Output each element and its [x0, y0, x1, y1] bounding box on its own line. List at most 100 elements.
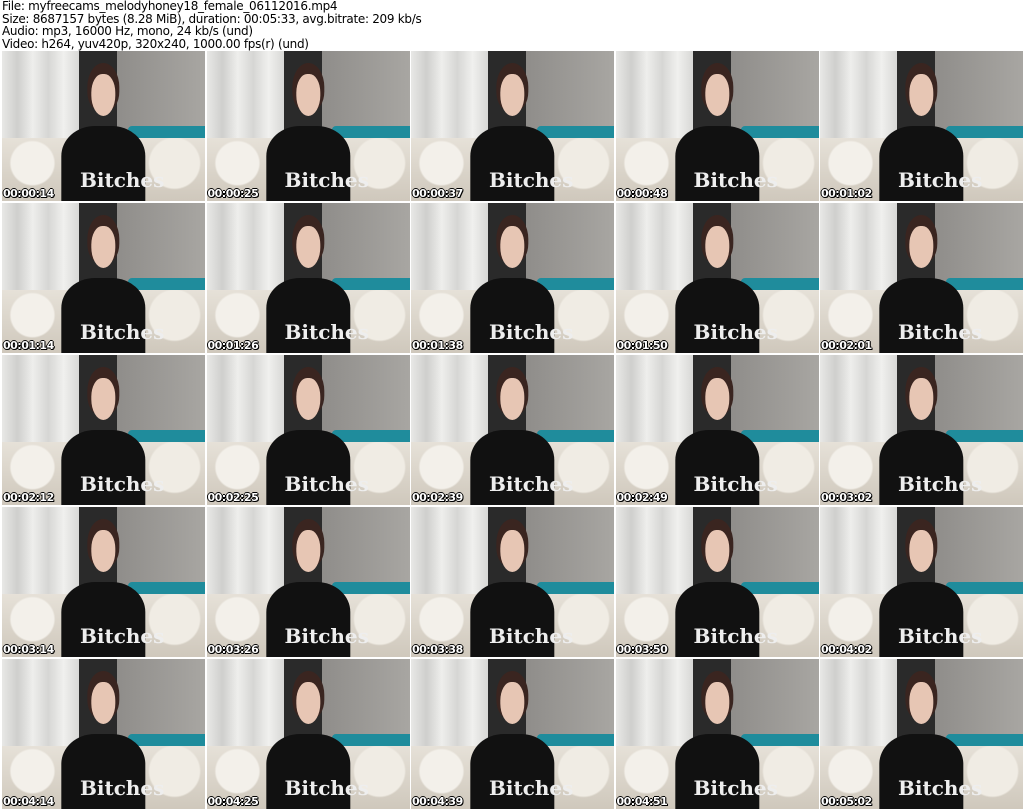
timestamp: 00:02:01 — [821, 339, 872, 352]
timestamp: 00:00:48 — [616, 187, 668, 200]
video-thumbnail: Bitches 00:00:48 — [615, 51, 819, 201]
shirt-text: Bitches — [488, 168, 574, 192]
video-thumbnail: Bitches 00:00:25 — [206, 51, 410, 201]
shirt: Bitches — [61, 734, 164, 809]
thumbnail-grid: Bitches 00:00:14 Bitches 00:00:25 Bitches 00:… — [2, 51, 1023, 809]
person: Bitches — [261, 659, 369, 809]
face — [909, 225, 934, 268]
face — [704, 681, 730, 724]
timestamp: 00:05:02 — [821, 795, 872, 808]
person: Bitches — [670, 355, 778, 505]
face — [91, 681, 116, 724]
face — [91, 73, 116, 116]
person: Bitches — [875, 659, 982, 809]
face — [500, 73, 525, 116]
shirt: Bitches — [674, 582, 778, 657]
shirt: Bitches — [265, 278, 369, 353]
video-thumbnail: Bitches 00:01:14 — [2, 203, 205, 353]
video-thumbnail: Bitches 00:04:02 — [820, 507, 1023, 657]
timestamp: 00:02:39 — [412, 491, 463, 504]
video-thumbnail: Bitches 00:03:38 — [411, 507, 614, 657]
face — [91, 377, 116, 420]
timestamp: 00:04:51 — [616, 795, 668, 808]
face — [909, 377, 934, 420]
shirt: Bitches — [265, 430, 369, 505]
shirt: Bitches — [265, 582, 369, 657]
shirt: Bitches — [674, 126, 778, 201]
person: Bitches — [466, 507, 573, 657]
shirt-text: Bitches — [79, 472, 165, 496]
face — [295, 73, 321, 116]
shirt: Bitches — [61, 582, 164, 657]
shirt: Bitches — [61, 126, 164, 201]
timestamp: 00:01:02 — [821, 187, 872, 200]
timestamp: 00:03:50 — [616, 643, 668, 656]
face — [909, 529, 934, 572]
face — [91, 225, 116, 268]
shirt: Bitches — [470, 582, 573, 657]
person: Bitches — [57, 507, 164, 657]
person: Bitches — [670, 203, 778, 353]
person: Bitches — [670, 51, 778, 201]
video-thumbnail: Bitches 00:03:02 — [820, 355, 1023, 505]
face — [704, 377, 730, 420]
person: Bitches — [261, 203, 369, 353]
person: Bitches — [875, 355, 982, 505]
person: Bitches — [261, 51, 369, 201]
shirt-text: Bitches — [897, 472, 983, 496]
shirt-text: Bitches — [79, 776, 165, 800]
shirt: Bitches — [470, 126, 573, 201]
person: Bitches — [466, 203, 573, 353]
shirt: Bitches — [61, 278, 164, 353]
shirt-text: Bitches — [693, 168, 778, 192]
shirt-text: Bitches — [693, 472, 778, 496]
video-thumbnail: Bitches 00:01:50 — [615, 203, 819, 353]
shirt-text: Bitches — [693, 320, 778, 344]
shirt-text: Bitches — [897, 320, 983, 344]
shirt-text: Bitches — [284, 776, 369, 800]
person: Bitches — [466, 355, 573, 505]
shirt-text: Bitches — [79, 320, 165, 344]
face — [295, 377, 321, 420]
person: Bitches — [57, 51, 164, 201]
person: Bitches — [875, 203, 982, 353]
shirt-text: Bitches — [284, 320, 369, 344]
person: Bitches — [466, 51, 573, 201]
shirt-text: Bitches — [284, 472, 369, 496]
face — [500, 529, 525, 572]
shirt: Bitches — [674, 430, 778, 505]
shirt: Bitches — [470, 278, 573, 353]
video-thumbnail: Bitches 00:04:51 — [615, 659, 819, 809]
video-info: Video: h264, yuv420p, 320x240, 1000.00 f… — [2, 36, 309, 51]
timestamp: 00:03:26 — [207, 643, 259, 656]
shirt: Bitches — [470, 734, 573, 809]
timestamp: 00:04:39 — [412, 795, 463, 808]
face — [295, 681, 321, 724]
face — [91, 529, 116, 572]
file-name: File: myfreecams_melodyhoney18_female_06… — [2, 0, 338, 13]
video-thumbnail: Bitches 00:02:01 — [820, 203, 1023, 353]
video-thumbnail: Bitches 00:03:14 — [2, 507, 205, 657]
video-thumbnail: Bitches 00:00:14 — [2, 51, 205, 201]
timestamp: 00:02:25 — [207, 491, 259, 504]
face — [704, 225, 730, 268]
timestamp: 00:01:50 — [616, 339, 668, 352]
shirt: Bitches — [470, 430, 573, 505]
timestamp: 00:00:37 — [412, 187, 463, 200]
person: Bitches — [57, 355, 164, 505]
shirt: Bitches — [879, 734, 982, 809]
audio-info: Audio: mp3, 16000 Hz, mono, 24 kb/s (und… — [2, 24, 253, 38]
shirt-text: Bitches — [79, 168, 165, 192]
video-thumbnail: Bitches 00:04:39 — [411, 659, 614, 809]
shirt-text: Bitches — [488, 776, 574, 800]
timestamp: 00:04:02 — [821, 643, 872, 656]
timestamp: 00:01:26 — [207, 339, 259, 352]
person: Bitches — [670, 659, 778, 809]
shirt-text: Bitches — [284, 168, 369, 192]
video-thumbnail: Bitches 00:02:12 — [2, 355, 205, 505]
timestamp: 00:02:49 — [616, 491, 668, 504]
video-thumbnail: Bitches 00:04:25 — [206, 659, 410, 809]
timestamp: 00:03:02 — [821, 491, 872, 504]
shirt-text: Bitches — [693, 624, 778, 648]
shirt: Bitches — [879, 430, 982, 505]
